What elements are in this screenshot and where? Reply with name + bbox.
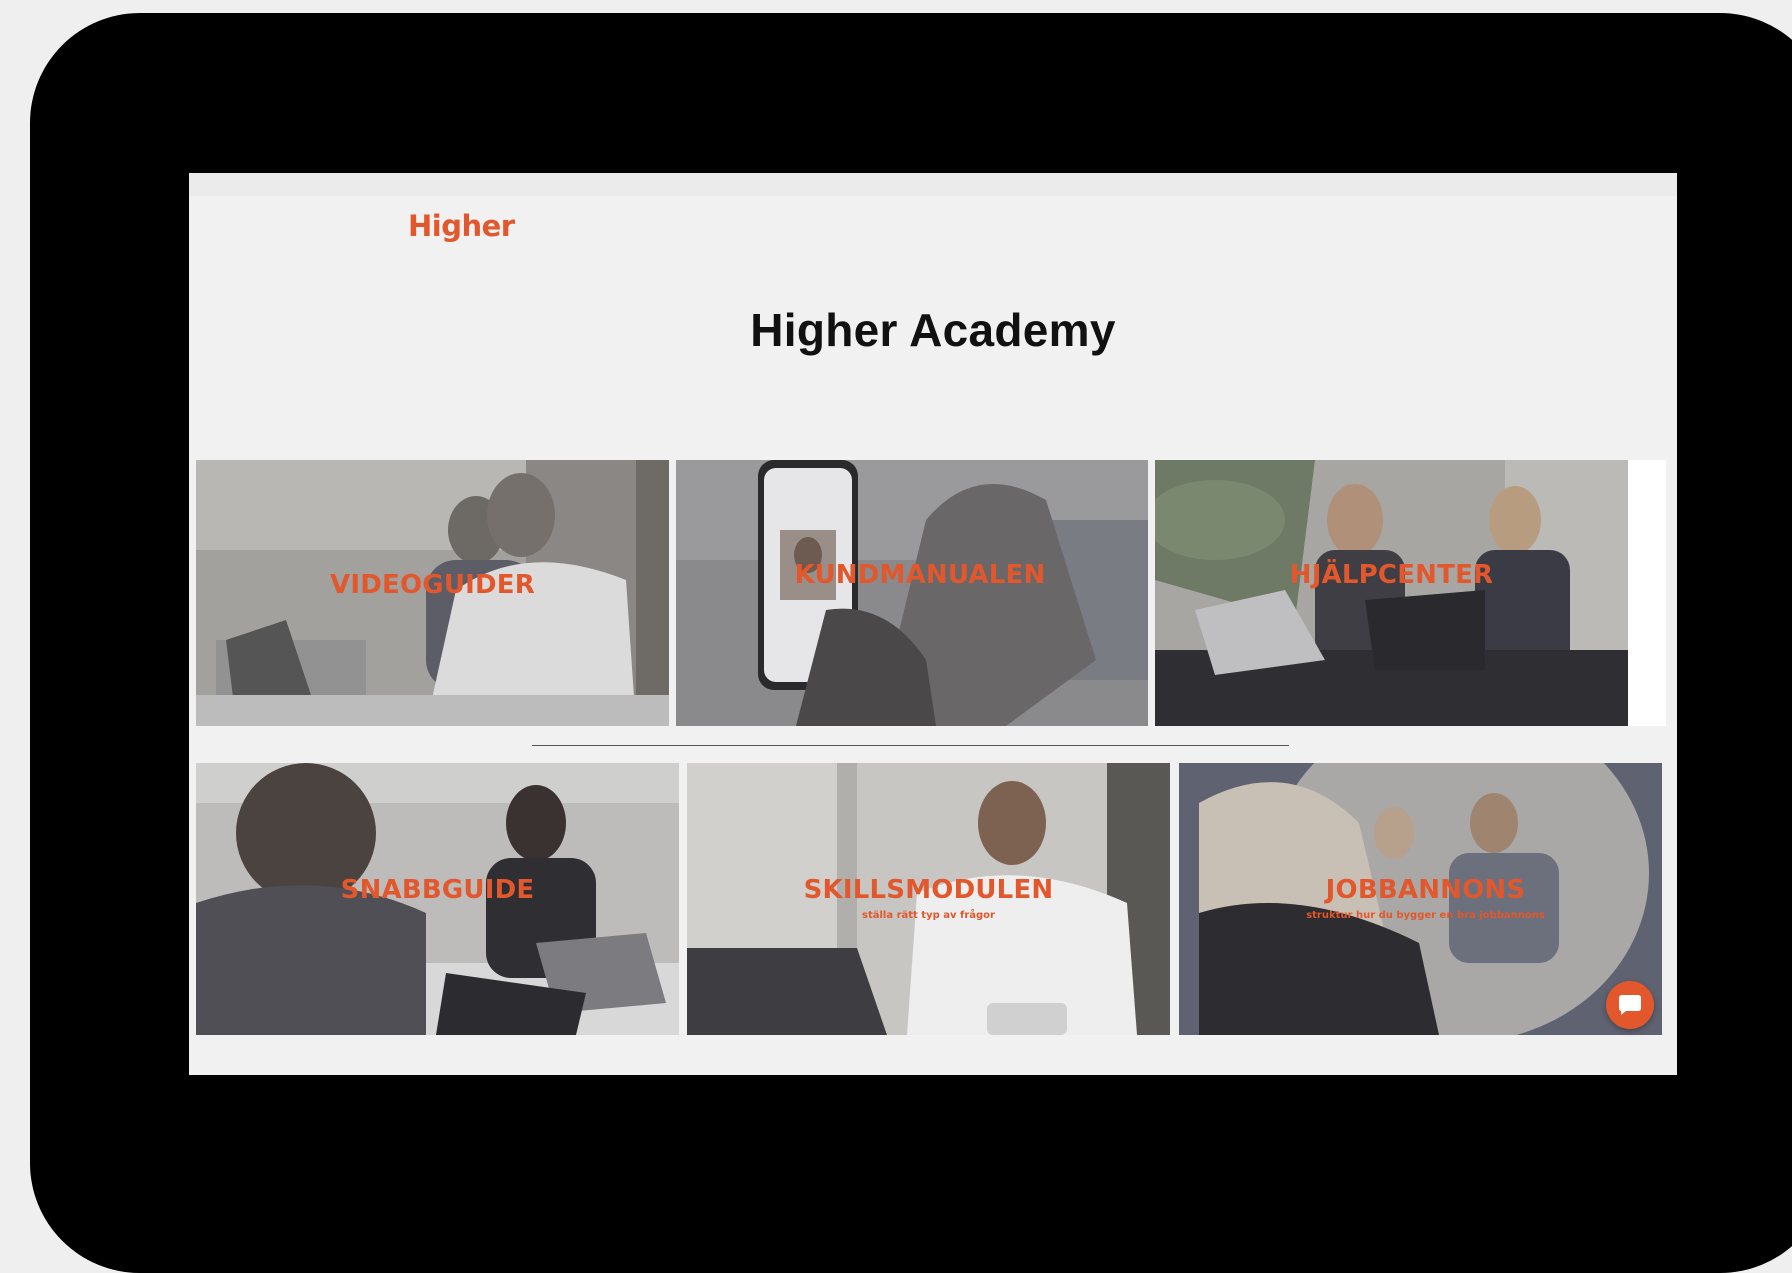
tile-label: KUNDMANUALEN — [794, 560, 1046, 590]
tile-label: SNABBGUIDE — [340, 875, 535, 905]
tile-subtitle: ställa rätt typ av frågor — [862, 910, 995, 921]
tile-photo-two-women-laptops — [1155, 460, 1628, 726]
tile-label: VIDEOGUIDER — [330, 570, 535, 600]
browser-top-strip — [189, 173, 1677, 196]
tile-label: JOBBANNONS — [1325, 875, 1526, 905]
tile-label: HJÄLPCENTER — [1289, 560, 1494, 590]
tile-jobbannons[interactable]: JOBBANNONS struktur hur du bygger en bra… — [1179, 763, 1662, 1035]
page-title: Higher Academy — [750, 304, 1116, 356]
chat-bubble-icon — [1619, 995, 1641, 1015]
tiles-right-gap — [1628, 460, 1666, 726]
logo-text: Higher — [408, 209, 515, 243]
tile-hjalpcenter[interactable]: HJÄLPCENTER — [1155, 460, 1628, 726]
tile-videoguider[interactable]: VIDEOGUIDER — [196, 460, 669, 726]
tablet-screen: Higher Higher Academy VIDEOGUIDER KUNDMA… — [189, 173, 1677, 1075]
tile-subtitle: struktur hur du bygger en bra jobbannons — [1306, 910, 1545, 921]
higher-logo[interactable]: Higher — [408, 209, 515, 243]
tile-label: SKILLSMODULEN — [803, 875, 1054, 905]
tile-photo-phone-in-hand — [676, 460, 1148, 726]
tile-kundmanualen[interactable]: KUNDMANUALEN — [676, 460, 1148, 726]
section-divider — [532, 745, 1289, 746]
chat-button[interactable] — [1606, 981, 1654, 1029]
tile-skillsmodulen[interactable]: SKILLSMODULEN ställa rätt typ av frågor — [687, 763, 1170, 1035]
tile-snabbguide[interactable]: SNABBGUIDE — [196, 763, 679, 1035]
